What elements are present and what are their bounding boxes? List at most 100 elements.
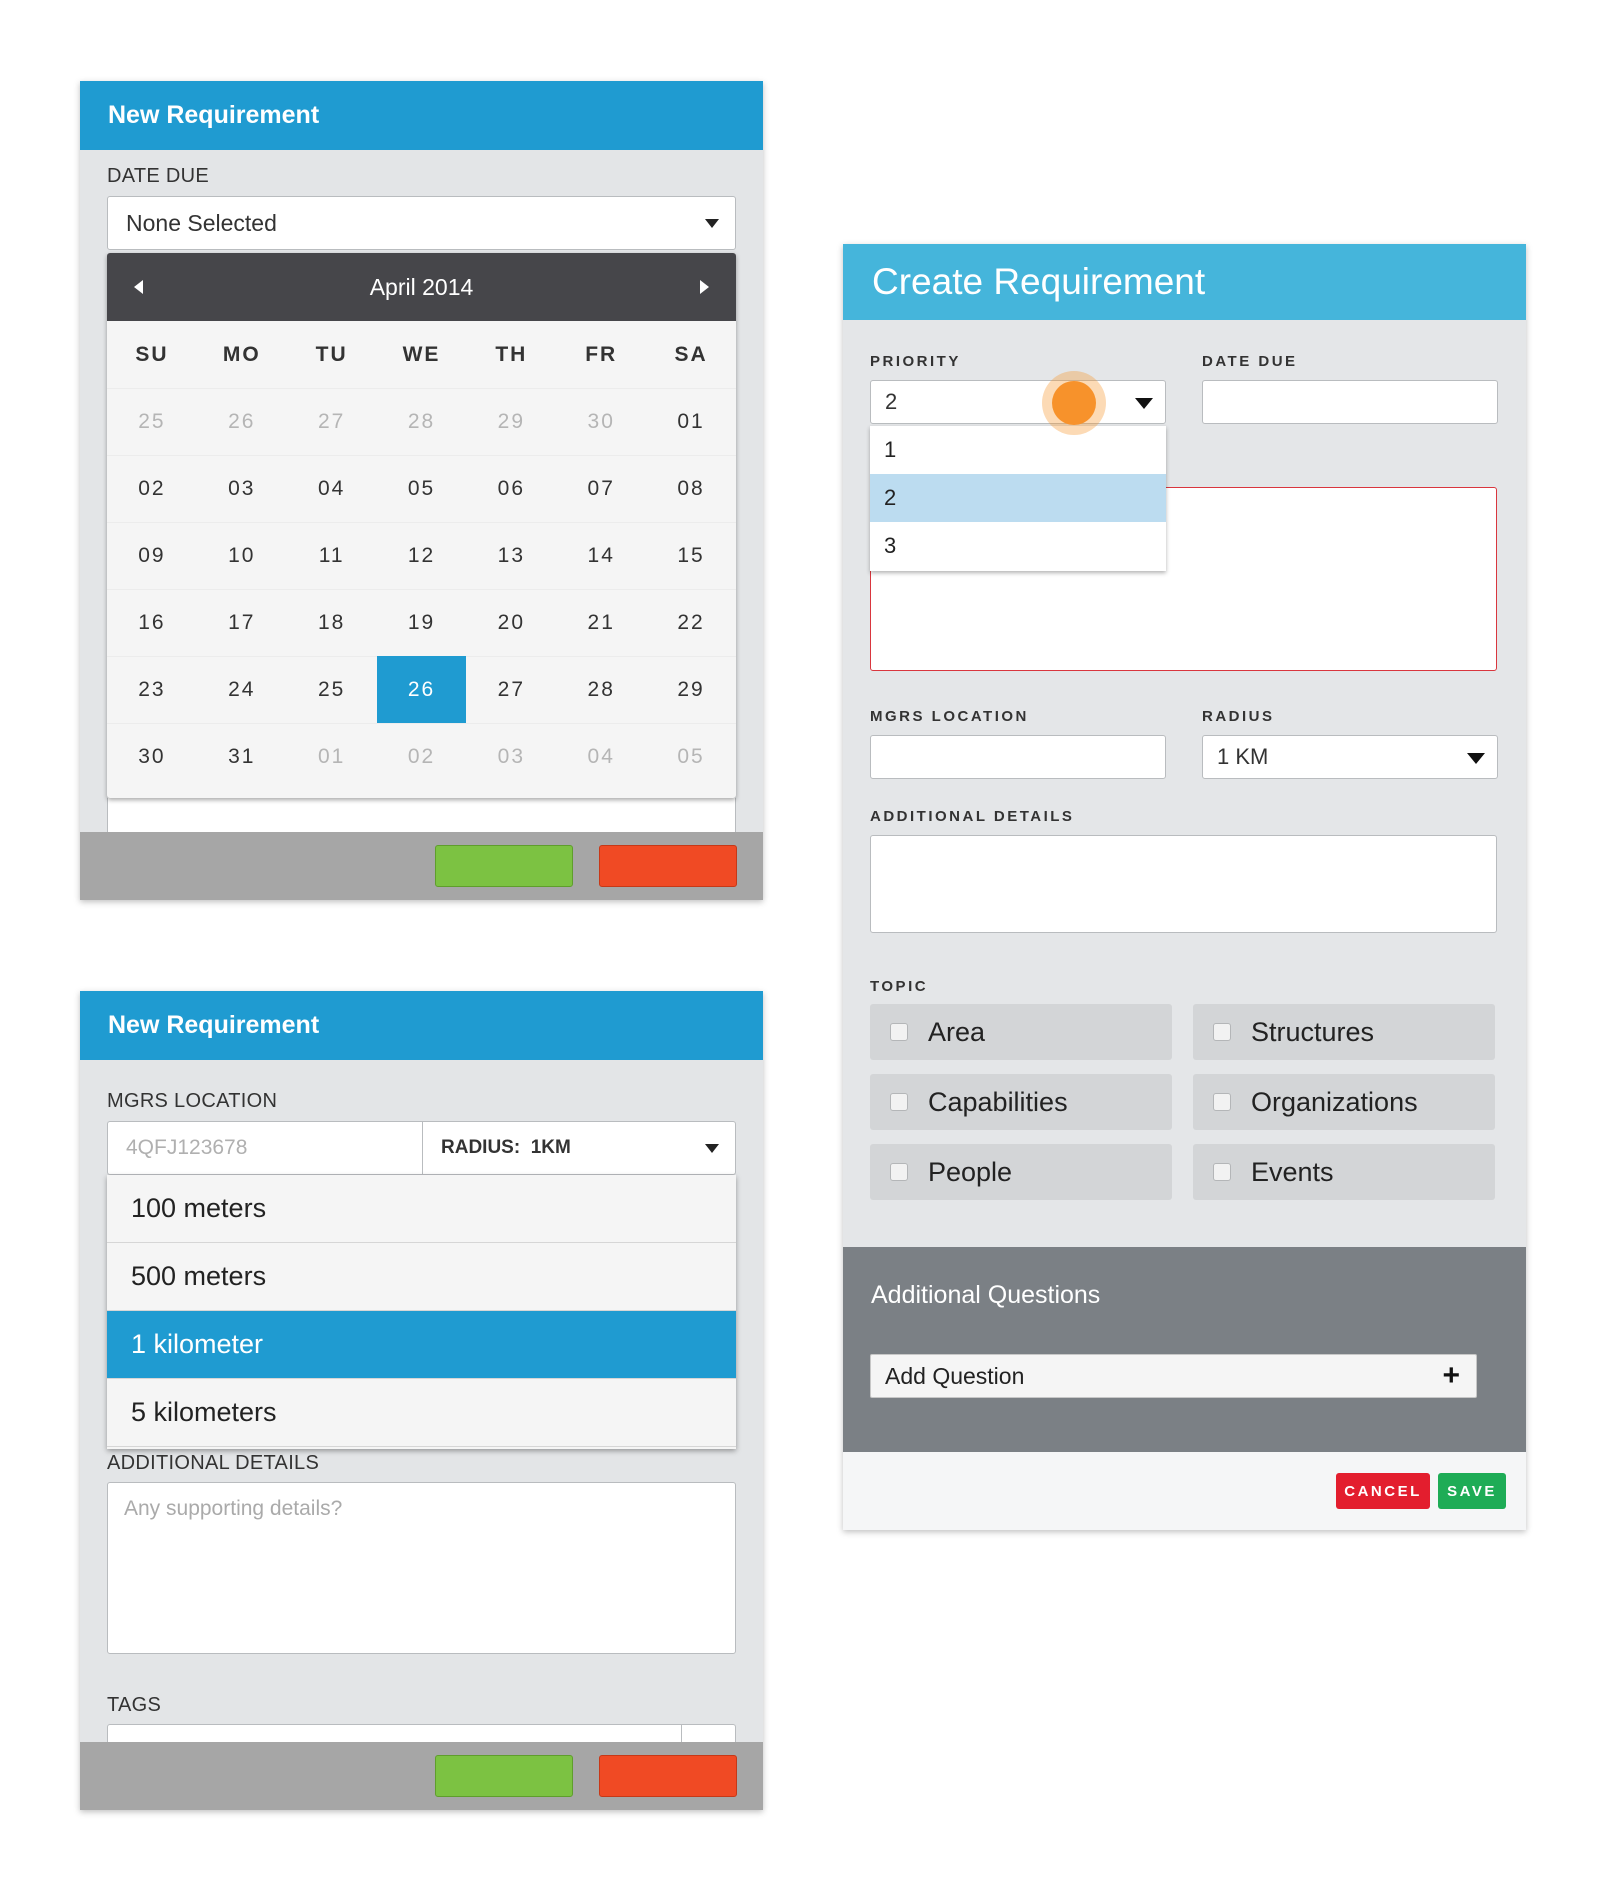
calendar-day[interactable]: 27 <box>466 656 557 723</box>
mgrs-location-label: MGRS LOCATION <box>107 1090 278 1112</box>
calendar-day[interactable]: 16 <box>107 589 197 656</box>
radius-option[interactable]: 500 meters <box>107 1243 736 1311</box>
confirm-button[interactable] <box>435 845 573 887</box>
calendar-day[interactable]: 14 <box>556 522 647 589</box>
checkbox-icon[interactable] <box>890 1163 908 1181</box>
date-due-label: DATE DUE <box>107 165 210 187</box>
details-placeholder: Any supporting details? <box>124 1497 343 1520</box>
calendar-day[interactable]: 06 <box>466 455 557 522</box>
topic-option[interactable]: People <box>870 1144 1172 1200</box>
calendar-day[interactable]: 17 <box>196 589 287 656</box>
calendar-day[interactable]: 25 <box>286 656 377 723</box>
topic-label: Structures <box>1251 1016 1375 1047</box>
radius-select[interactable]: RADIUS: 1KM <box>422 1121 736 1175</box>
calendar-day[interactable]: 04 <box>556 723 647 790</box>
radius-option[interactable]: 5 kilometers <box>107 1379 736 1447</box>
calendar-day[interactable]: 23 <box>107 656 197 723</box>
priority-option[interactable]: 1 <box>870 426 1166 474</box>
topic-option[interactable]: Area <box>870 1004 1172 1060</box>
radius-select-value: RADIUS: 1KM <box>441 1137 571 1158</box>
calendar-day[interactable]: 19 <box>376 589 467 656</box>
next-month-icon[interactable] <box>700 280 709 294</box>
calendar-day[interactable]: 05 <box>646 723 736 790</box>
weekday-header: SU <box>135 342 169 366</box>
topic-label: Area <box>928 1016 986 1047</box>
calendar-day[interactable]: 29 <box>646 656 736 723</box>
calendar-day[interactable]: 18 <box>286 589 377 656</box>
topic-label: Capabilities <box>928 1086 1068 1117</box>
calendar-day[interactable]: 05 <box>376 455 467 522</box>
calendar-day[interactable]: 03 <box>196 455 287 522</box>
calendar-day[interactable]: 01 <box>646 388 736 455</box>
checkbox-icon[interactable] <box>1213 1023 1231 1041</box>
topic-option[interactable]: Organizations <box>1193 1074 1495 1130</box>
date-due-input[interactable] <box>1202 380 1498 424</box>
calendar-day[interactable]: 26 <box>196 388 287 455</box>
calendar-day[interactable]: 11 <box>286 522 377 589</box>
additional-details-textarea[interactable] <box>870 835 1497 933</box>
calendar-day[interactable]: 02 <box>376 723 467 790</box>
calendar-day[interactable]: 07 <box>556 455 647 522</box>
topic-label: TOPIC <box>870 978 929 995</box>
weekday-header: WE <box>402 342 441 366</box>
calendar-day[interactable]: 28 <box>376 388 467 455</box>
priority-option[interactable]: 2 <box>870 474 1166 522</box>
checkbox-icon[interactable] <box>890 1023 908 1041</box>
mgrs-location-input[interactable] <box>870 735 1166 779</box>
date-due-select[interactable]: None Selected <box>107 196 736 250</box>
dismiss-button[interactable] <box>599 845 737 887</box>
radius-select[interactable]: 1 KM <box>1202 735 1498 779</box>
topic-option[interactable]: Events <box>1193 1144 1495 1200</box>
calendar-day[interactable]: 15 <box>646 522 736 589</box>
calendar-day[interactable]: 27 <box>286 388 377 455</box>
calendar-day-selected[interactable]: 26 <box>376 656 467 723</box>
additional-details-label: ADDITIONAL DETAILS <box>870 808 1075 825</box>
mgrs-placeholder: 4QFJ123678 <box>126 1136 248 1159</box>
add-question-label: Add Question <box>885 1362 1025 1389</box>
priority-select[interactable]: 2 <box>870 380 1166 424</box>
calendar-day[interactable]: 04 <box>286 455 377 522</box>
calendar-day[interactable]: 30 <box>107 723 197 790</box>
calendar-day[interactable]: 31 <box>196 723 287 790</box>
dismiss-button[interactable] <box>599 1755 737 1797</box>
calendar-day[interactable]: 03 <box>466 723 557 790</box>
calendar-day[interactable]: 13 <box>466 522 557 589</box>
save-button[interactable]: SAVE <box>1438 1473 1506 1509</box>
calendar-day[interactable]: 22 <box>646 589 736 656</box>
calendar-day[interactable]: 12 <box>376 522 467 589</box>
mgrs-location-input[interactable]: 4QFJ123678 <box>107 1121 423 1175</box>
radius-option[interactable]: 1 kilometer <box>107 1311 736 1379</box>
calendar-day[interactable]: 25 <box>107 388 197 455</box>
date-due-label: DATE DUE <box>1202 353 1298 370</box>
weekday-header: SA <box>674 342 708 366</box>
calendar-day[interactable]: 28 <box>556 656 647 723</box>
weekday-header: TU <box>315 342 348 366</box>
calendar-day[interactable]: 29 <box>466 388 557 455</box>
calendar-popup: April 2014 SU MO TU WE TH FR SA 25 26 27 28 29 30 01… <box>107 253 736 798</box>
confirm-button[interactable] <box>435 1755 573 1797</box>
radius-option[interactable]: 100 meters <box>107 1175 736 1243</box>
calendar-month-label: April 2014 <box>369 273 474 300</box>
checkbox-icon[interactable] <box>890 1093 908 1111</box>
checkbox-icon[interactable] <box>1213 1163 1231 1181</box>
topic-option[interactable]: Structures <box>1193 1004 1495 1060</box>
additional-questions-title: Additional Questions <box>871 1281 1101 1309</box>
calendar-day[interactable]: 02 <box>107 455 197 522</box>
date-due-select-value: None Selected <box>126 209 277 236</box>
calendar-day[interactable]: 20 <box>466 589 557 656</box>
panel-title: New Requirement <box>80 81 763 150</box>
checkbox-icon[interactable] <box>1213 1093 1231 1111</box>
calendar-day[interactable]: 30 <box>556 388 647 455</box>
add-question-button[interactable]: Add Question + <box>870 1354 1477 1398</box>
priority-option[interactable]: 3 <box>870 522 1166 570</box>
calendar-day[interactable]: 01 <box>286 723 377 790</box>
calendar-day[interactable]: 09 <box>107 522 197 589</box>
calendar-day[interactable]: 24 <box>196 656 287 723</box>
additional-details-textarea[interactable]: Any supporting details? <box>107 1482 736 1654</box>
prev-month-icon[interactable] <box>134 280 143 294</box>
calendar-day[interactable]: 08 <box>646 455 736 522</box>
calendar-day[interactable]: 21 <box>556 589 647 656</box>
calendar-day[interactable]: 10 <box>196 522 287 589</box>
topic-option[interactable]: Capabilities <box>870 1074 1172 1130</box>
cancel-button[interactable]: CANCEL <box>1336 1473 1430 1509</box>
